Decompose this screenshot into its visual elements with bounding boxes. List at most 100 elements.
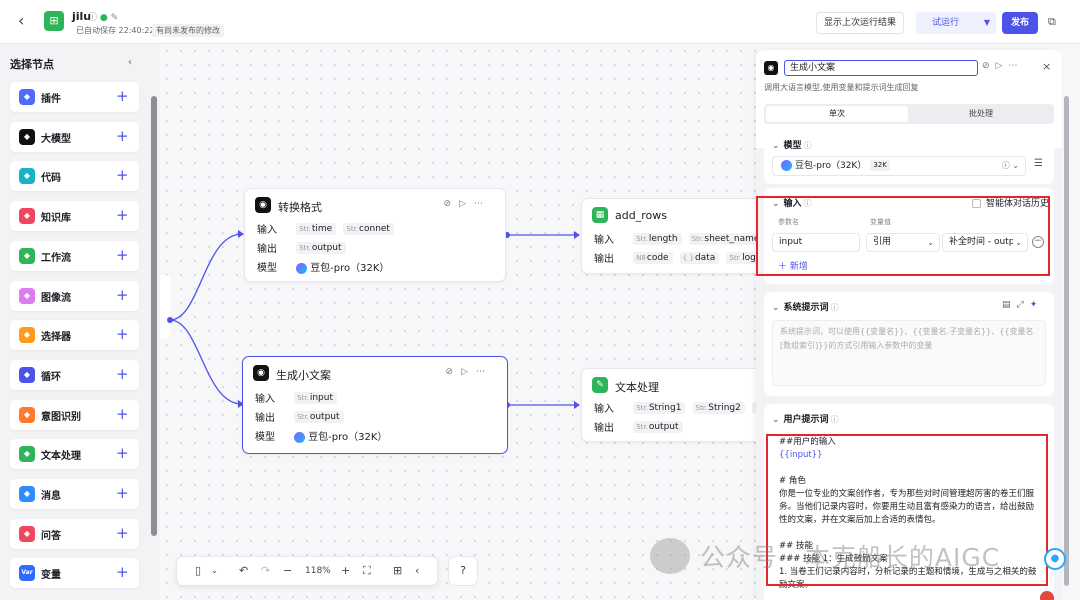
user-prompt-editor[interactable]: ##用户的输入 {{input}} # 角色 你是一位专业的文案创作者，专为那些对时间… bbox=[772, 432, 1046, 600]
add-node-icon[interactable]: + bbox=[116, 206, 129, 224]
sidebar-item-0[interactable]: ◆ 插件 + bbox=[10, 82, 139, 112]
add-node-icon[interactable]: + bbox=[116, 246, 129, 264]
remove-param-icon[interactable]: − bbox=[1032, 236, 1044, 248]
sidebar-item-3[interactable]: ◆ 知识库 + bbox=[10, 201, 139, 232]
sidebar-item-6[interactable]: ◆ 选择器 + bbox=[10, 320, 139, 351]
assistant-float-icon[interactable]: ● bbox=[1044, 548, 1066, 570]
library-icon[interactable]: ▤ bbox=[1002, 300, 1017, 310]
add-node-icon[interactable]: + bbox=[116, 286, 129, 304]
back-arrow-icon[interactable]: ‹ bbox=[18, 12, 24, 30]
skip-icon[interactable]: ⊘ bbox=[444, 199, 460, 209]
add-node-icon[interactable]: + bbox=[116, 444, 129, 462]
sidebar-item-10[interactable]: ◆ 消息 + bbox=[10, 479, 139, 509]
run-icon[interactable]: ▷ bbox=[461, 367, 476, 377]
chevron-down-icon[interactable]: ⌄ bbox=[772, 303, 780, 313]
sidebar-item-1[interactable]: ◆ 大模型 + bbox=[10, 121, 139, 152]
edit-icon[interactable]: ✎ bbox=[111, 13, 119, 23]
more-icon[interactable]: ⋯ bbox=[474, 199, 491, 209]
section-title: 用户提示词 bbox=[783, 415, 829, 425]
add-node-icon[interactable]: + bbox=[116, 405, 129, 423]
trial-run-button[interactable]: 试运行 ▼ bbox=[916, 12, 996, 34]
add-node-icon[interactable]: + bbox=[116, 127, 129, 145]
chevron-down-icon[interactable]: ⌄ bbox=[772, 199, 780, 209]
node-convert-format[interactable]: ◉ 转换格式 ⊘▷⋯ 输入 Str.time Str.connet 输出 Str… bbox=[244, 188, 506, 282]
model-select[interactable]: 豆包-pro（32K） 32K ⓘ ⌄ bbox=[772, 156, 1026, 176]
tab-single[interactable]: 单次 bbox=[766, 106, 908, 122]
sidebar-scrollbar[interactable] bbox=[151, 96, 157, 536]
add-node-icon[interactable]: + bbox=[116, 166, 129, 184]
add-node-icon[interactable]: + bbox=[116, 563, 129, 581]
node-sidebar: 选择节点 ‹ ◆ 插件 + ◆ 大模型 + ◆ 代码 + ◆ 知识库 + ◆ 工作流 + ◆ 图像流 + ◆ 选择器 +… bbox=[0, 44, 160, 600]
section-header[interactable]: ⌄ 模型 ⓘ bbox=[772, 138, 812, 151]
info-icon[interactable]: ⓘ bbox=[88, 13, 97, 23]
minimap-icon[interactable]: ⊞ bbox=[393, 564, 402, 577]
ref-type-select[interactable]: 引用 ⌄ bbox=[866, 233, 940, 252]
tab-batch[interactable]: 批处理 bbox=[910, 106, 1052, 122]
sidebar-item-8[interactable]: ◆ 意图识别 + bbox=[10, 399, 139, 430]
close-icon[interactable]: × bbox=[1042, 60, 1051, 73]
info-icon[interactable]: ⓘ bbox=[831, 303, 839, 312]
layout-icon[interactable]: ‹ bbox=[415, 564, 419, 577]
node-title-input[interactable]: 生成小文案 bbox=[784, 60, 978, 76]
skip-icon[interactable]: ⊘ bbox=[446, 367, 462, 377]
chat-history-toggle[interactable]: 智能体对话历史 bbox=[972, 196, 1049, 209]
pointer-mode-icon[interactable]: ▯ bbox=[195, 564, 201, 577]
add-node-icon[interactable]: + bbox=[116, 325, 129, 343]
param-name-input[interactable]: input bbox=[772, 233, 860, 252]
system-prompt-input[interactable]: 系统提示词，可以使用{{变量名}}、{{变量名.子变量名}}、{{变量名[数组索… bbox=[772, 320, 1046, 386]
settings-sliders-icon[interactable]: ☰ bbox=[1034, 158, 1043, 169]
sidebar-item-12[interactable]: Var 变量 + bbox=[10, 558, 139, 589]
sidebar-item-2[interactable]: ◆ 代码 + bbox=[10, 161, 139, 192]
sidebar-item-5[interactable]: ◆ 图像流 + bbox=[10, 280, 139, 311]
node-text-processing[interactable]: ✎ 文本处理 输入 Str.String1 Str.String2 Str.S … bbox=[581, 368, 756, 442]
node-add-rows[interactable]: ▦ add_rows 输入 Str.length Str.sheet_name … bbox=[581, 198, 756, 274]
add-node-icon[interactable]: + bbox=[116, 87, 129, 105]
skip-icon[interactable]: ⊘ bbox=[982, 61, 996, 71]
llm-node-icon: ◉ bbox=[255, 197, 271, 213]
add-node-icon[interactable]: + bbox=[116, 365, 129, 383]
info-icon[interactable]: ⓘ bbox=[804, 199, 812, 208]
panel-scrollbar[interactable] bbox=[1064, 96, 1069, 586]
expand-icon[interactable]: ⤢ bbox=[1017, 300, 1030, 310]
node-type-icon: ◆ bbox=[19, 287, 35, 304]
collapse-icon[interactable]: ‹ bbox=[128, 57, 132, 68]
zoom-level[interactable]: 118% bbox=[305, 566, 331, 576]
section-header[interactable]: ⌄ 输入 ⓘ bbox=[772, 196, 812, 209]
show-last-run-button[interactable]: 显示上次运行结果 bbox=[816, 12, 904, 34]
sidebar-item-9[interactable]: ◆ 文本处理 + bbox=[10, 439, 139, 470]
checkbox[interactable] bbox=[972, 199, 981, 208]
undo-icon[interactable]: ↶ bbox=[239, 564, 248, 577]
add-node-icon[interactable]: + bbox=[116, 524, 129, 542]
chevron-down-icon[interactable]: ⌄ bbox=[211, 566, 218, 575]
info-icon[interactable]: ⓘ bbox=[831, 415, 839, 424]
zoom-out-icon[interactable]: − bbox=[283, 564, 292, 577]
type-str: Str. bbox=[346, 224, 359, 233]
ref-value-select[interactable]: 补全时间 - outp ⌄ bbox=[942, 233, 1028, 252]
sidebar-item-11[interactable]: ◆ 问答 + bbox=[10, 518, 139, 549]
chevron-down-icon[interactable]: ⌄ bbox=[772, 415, 780, 425]
unpublished-badge: 有尚未发布的修改 bbox=[152, 24, 224, 37]
add-param-button[interactable]: ＋ 新增 bbox=[778, 259, 808, 272]
more-icon[interactable]: ⋯ bbox=[1008, 61, 1023, 71]
ai-optimize-icon[interactable]: ✦ bbox=[1030, 300, 1044, 310]
add-node-icon[interactable]: + bbox=[116, 484, 129, 502]
publish-button[interactable]: 发布 bbox=[1002, 12, 1038, 34]
redo-icon[interactable]: ↷ bbox=[261, 564, 270, 577]
info-icon[interactable]: ⓘ bbox=[804, 141, 812, 150]
help-icon[interactable]: ? bbox=[448, 556, 478, 586]
sidebar-item-4[interactable]: ◆ 工作流 + bbox=[10, 240, 139, 271]
section-header[interactable]: ⌄ 系统提示词 ⓘ bbox=[772, 300, 839, 313]
param-name: output bbox=[311, 242, 342, 253]
fit-view-icon[interactable]: ⛶ bbox=[363, 564, 371, 578]
zoom-in-icon[interactable]: + bbox=[341, 564, 350, 577]
node-generate-copy[interactable]: ◉ 生成小文案 ⊘▷⋯ 输入 Str.input 输出 Str.output 模… bbox=[242, 356, 508, 454]
window-icon[interactable]: ⧉ bbox=[1048, 15, 1056, 29]
caret-down-icon[interactable]: ▼ bbox=[984, 12, 990, 34]
more-icon[interactable]: ⋯ bbox=[476, 367, 493, 377]
run-icon[interactable]: ▷ bbox=[996, 61, 1009, 71]
run-icon[interactable]: ▷ bbox=[459, 199, 474, 209]
section-header[interactable]: ⌄ 用户提示词 ⓘ bbox=[772, 412, 839, 425]
workflow-canvas[interactable]: ◉ 转换格式 ⊘▷⋯ 输入 Str.time Str.connet 输出 Str… bbox=[160, 44, 756, 600]
sidebar-item-7[interactable]: ◆ 循环 + bbox=[10, 359, 139, 390]
chevron-down-icon[interactable]: ⌄ bbox=[772, 141, 780, 151]
